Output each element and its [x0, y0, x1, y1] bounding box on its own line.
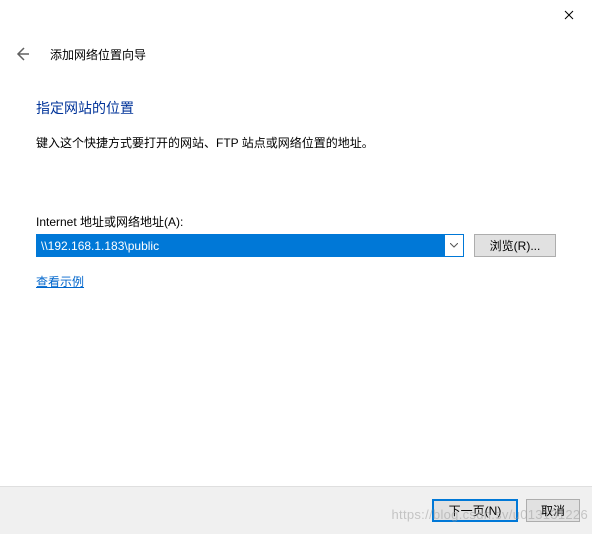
- wizard-title: 添加网络位置向导: [50, 46, 146, 63]
- arrow-left-icon: [14, 46, 30, 62]
- content-area: 指定网站的位置 键入这个快捷方式要打开的网站、FTP 站点或网络位置的地址。 I…: [0, 68, 592, 290]
- header-row: 添加网络位置向导: [0, 32, 592, 68]
- address-input[interactable]: [37, 235, 445, 256]
- titlebar: [0, 0, 592, 32]
- address-combobox[interactable]: [36, 234, 464, 257]
- dropdown-button[interactable]: [445, 235, 463, 256]
- chevron-down-icon: [450, 243, 458, 248]
- next-button[interactable]: 下一页(N): [432, 499, 518, 522]
- page-description: 键入这个快捷方式要打开的网站、FTP 站点或网络位置的地址。: [36, 134, 556, 151]
- page-heading: 指定网站的位置: [36, 98, 556, 118]
- browse-button[interactable]: 浏览(R)...: [474, 234, 556, 257]
- close-button[interactable]: [546, 0, 592, 30]
- address-label: Internet 地址或网络地址(A):: [36, 213, 556, 230]
- close-icon: [564, 10, 574, 20]
- view-example-link[interactable]: 查看示例: [36, 275, 84, 289]
- cancel-button[interactable]: 取消: [526, 499, 580, 522]
- address-row: 浏览(R)...: [36, 234, 556, 257]
- footer: 下一页(N) 取消: [0, 486, 592, 534]
- back-button[interactable]: [12, 44, 32, 64]
